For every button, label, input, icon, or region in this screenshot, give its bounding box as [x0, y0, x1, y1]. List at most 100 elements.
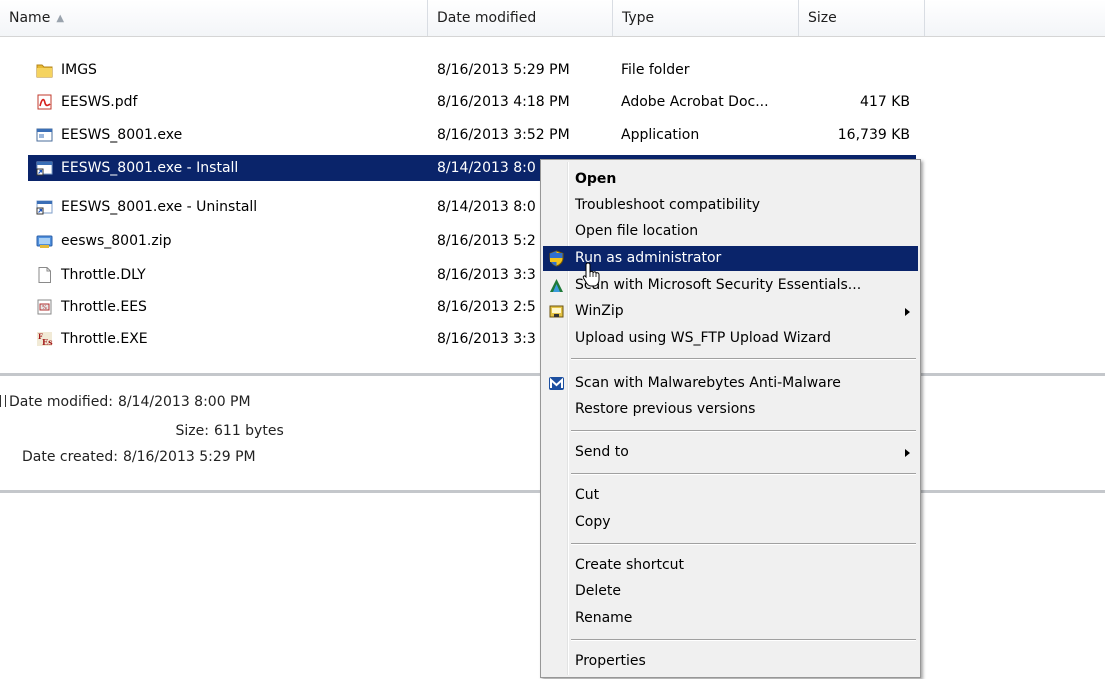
- detail-date-modified: Date modified: 8/14/2013 8:00 PM: [0, 392, 251, 412]
- menu-item-delete[interactable]: Delete: [543, 579, 918, 604]
- menu-item-label: Troubleshoot compatibility: [575, 197, 761, 213]
- detail-value: 611 bytes: [214, 423, 284, 439]
- file-size: 417 KB: [860, 94, 910, 110]
- file-name: Throttle.EXE: [61, 331, 148, 347]
- file-row-eesws-pdf[interactable]: EESWS.pdf 8/16/2013 4:18 PM Adobe Acroba…: [28, 89, 916, 115]
- folder-icon: [36, 64, 53, 78]
- detail-date-created: Date created: 8/16/2013 5:29 PM: [22, 447, 256, 467]
- menu-separator: [571, 473, 916, 475]
- menu-separator: [571, 639, 916, 641]
- file-name: EESWS.pdf: [61, 94, 138, 110]
- menu-item-send-to[interactable]: Send to: [543, 440, 918, 465]
- submenu-arrow-icon: [905, 308, 910, 316]
- context-menu: Open Troubleshoot compatibility Open fil…: [540, 159, 921, 678]
- file-icon: [38, 267, 51, 283]
- column-header-type[interactable]: Type: [613, 0, 799, 36]
- column-header-name-label: Name: [9, 10, 51, 26]
- truncated-text-marker: [0, 395, 6, 407]
- menu-item-label: Send to: [575, 444, 629, 460]
- detail-label: Date modified:: [9, 394, 113, 410]
- hand-cursor-icon: [582, 262, 600, 287]
- file-type: File folder: [621, 62, 690, 78]
- column-header-bar: Name ▲ Date modified Type Size: [0, 0, 1105, 37]
- detail-label: Date created:: [22, 449, 118, 465]
- file-row-eesws-exe[interactable]: EESWS_8001.exe 8/16/2013 3:52 PM Applica…: [28, 122, 916, 148]
- file-name: EESWS_8001.exe: [61, 127, 183, 143]
- menu-item-label: Restore previous versions: [575, 401, 756, 417]
- sort-ascending-icon: ▲: [56, 13, 65, 24]
- menu-item-label: Upload using WS_FTP Upload Wizard: [575, 330, 832, 346]
- file-name: IMGS: [61, 62, 97, 78]
- zip-icon: [36, 235, 53, 248]
- file-type: Adobe Acrobat Doc...: [621, 94, 769, 110]
- winzip-icon: [549, 305, 564, 318]
- malwarebytes-icon: [549, 377, 564, 390]
- column-header-type-label: Type: [622, 10, 655, 26]
- column-header-date-label: Date modified: [437, 10, 537, 26]
- file-date: 8/16/2013 4:18 PM: [437, 94, 570, 110]
- menu-item-label: Open file location: [575, 223, 699, 239]
- detail-value: 8/16/2013 5:29 PM: [122, 449, 256, 465]
- menu-item-label: WinZip: [575, 303, 624, 319]
- menu-separator: [571, 358, 916, 360]
- menu-item-properties[interactable]: Properties: [543, 649, 918, 674]
- menu-item-winzip[interactable]: WinZip: [543, 299, 918, 324]
- menu-item-label: Open: [575, 171, 617, 187]
- menu-item-label: Properties: [575, 653, 646, 669]
- file-name: EESWS_8001.exe - Install: [61, 160, 239, 176]
- menu-item-copy[interactable]: Copy: [543, 510, 918, 535]
- column-header-empty: [925, 0, 1105, 36]
- file-date: 8/16/2013 3:3: [437, 331, 536, 347]
- detail-label: Size:: [175, 423, 209, 439]
- file-size: 16,739 KB: [837, 127, 910, 143]
- submenu-arrow-icon: [905, 449, 910, 457]
- menu-item-label: Create shortcut: [575, 557, 685, 573]
- application-icon: [36, 128, 53, 142]
- file-date: 8/16/2013 5:29 PM: [437, 62, 570, 78]
- menu-item-restore-previous-versions[interactable]: Restore previous versions: [543, 397, 918, 422]
- file-date: 8/14/2013 8:0: [437, 199, 536, 215]
- pdf-icon: [37, 94, 52, 110]
- file-name: Throttle.DLY: [61, 267, 146, 283]
- column-header-size[interactable]: Size: [799, 0, 925, 36]
- menu-separator: [571, 430, 916, 432]
- svg-text:%: %: [42, 305, 47, 311]
- details-pane: Date modified: 8/14/2013 8:00 PM Size: 611…: [0, 385, 540, 485]
- column-header-date[interactable]: Date modified: [428, 0, 613, 36]
- menu-item-rename[interactable]: Rename: [543, 606, 918, 631]
- file-date: 8/16/2013 3:3: [437, 267, 536, 283]
- menu-item-cut[interactable]: Cut: [543, 483, 918, 508]
- file-row-imgs[interactable]: IMGS 8/16/2013 5:29 PM File folder: [28, 57, 916, 83]
- shortcut-icon: [36, 161, 53, 176]
- menu-item-open-file-location[interactable]: Open file location: [543, 219, 918, 244]
- column-header-name[interactable]: Name ▲: [0, 0, 428, 36]
- file-type: Application: [621, 127, 700, 143]
- file-date: 8/16/2013 2:5: [437, 299, 536, 315]
- detail-size: Size: 611 bytes: [0, 421, 284, 441]
- column-header-size-label: Size: [808, 10, 837, 26]
- file-name: Throttle.EES: [61, 299, 147, 315]
- uac-shield-icon: [549, 250, 564, 267]
- menu-item-upload-wsftp[interactable]: Upload using WS_FTP Upload Wizard: [543, 326, 918, 351]
- shortcut-icon: [36, 200, 53, 215]
- menu-item-label: Rename: [575, 610, 633, 626]
- file-name: EESWS_8001.exe - Uninstall: [61, 199, 258, 215]
- menu-item-label: Delete: [575, 583, 621, 599]
- file-date: 8/16/2013 5:2: [437, 233, 536, 249]
- menu-item-label: Scan with Microsoft Security Essentials.…: [575, 277, 862, 293]
- file-date: 8/14/2013 8:0: [437, 160, 536, 176]
- menu-item-scan-malwarebytes[interactable]: Scan with Malwarebytes Anti-Malware: [543, 371, 918, 396]
- file-name: eesws_8001.zip: [61, 233, 172, 249]
- menu-separator: [571, 543, 916, 545]
- menu-item-create-shortcut[interactable]: Create shortcut: [543, 553, 918, 578]
- ees-file-icon: %: [37, 299, 52, 315]
- detail-value: 8/14/2013 8:00 PM: [117, 394, 251, 410]
- ees-exe-icon: F Es: [37, 332, 53, 347]
- menu-item-open[interactable]: Open: [543, 167, 918, 192]
- security-essentials-icon: [550, 279, 563, 292]
- menu-item-troubleshoot[interactable]: Troubleshoot compatibility: [543, 193, 918, 218]
- svg-text:Es: Es: [42, 337, 53, 347]
- menu-item-label: Copy: [575, 514, 611, 530]
- menu-item-label: Cut: [575, 487, 600, 503]
- file-date: 8/16/2013 3:52 PM: [437, 127, 570, 143]
